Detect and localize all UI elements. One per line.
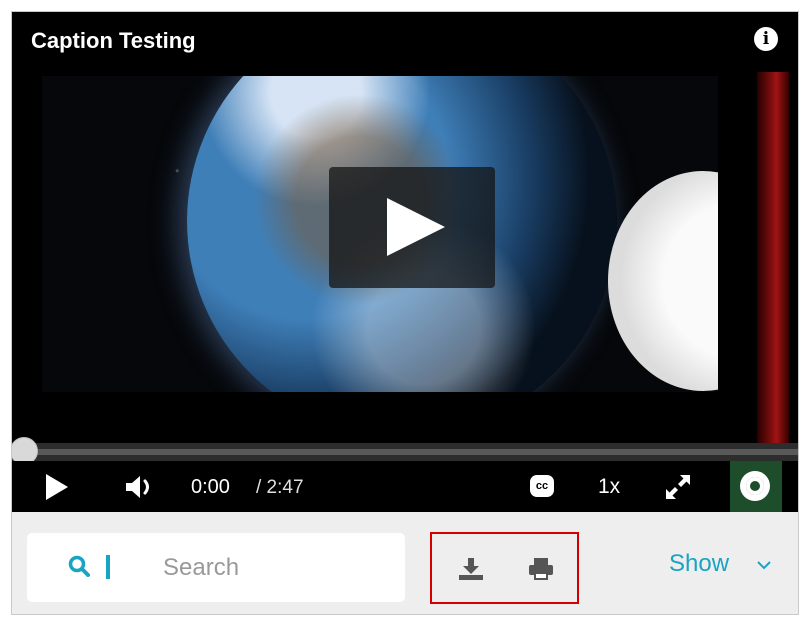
video-player[interactable]: Caption Testing i 0:00 / 2:47 cc 1x [12,12,798,512]
video-edge-glow [757,72,789,452]
play-icon [387,198,445,256]
search-cursor [106,555,110,579]
video-player-frame: Caption Testing i 0:00 / 2:47 cc 1x Sear… [11,11,799,615]
fullscreen-icon[interactable] [663,472,693,502]
moon-image [608,171,718,391]
control-bar: 0:00 / 2:47 cc 1x [12,461,798,512]
play-button[interactable] [46,474,68,500]
download-icon[interactable] [458,557,484,581]
duration: / 2:47 [256,477,304,498]
show-transcript-button[interactable]: Show [669,550,729,578]
info-icon[interactable]: i [754,27,778,51]
closed-captions-button[interactable]: cc [530,475,554,497]
volume-icon[interactable] [124,474,158,500]
print-icon[interactable] [528,557,554,581]
chevron-down-icon[interactable] [757,558,771,572]
current-time: 0:00 [191,476,230,498]
search-icon [68,555,90,577]
playback-speed-button[interactable]: 1x [598,475,620,499]
ram-logo [730,461,782,512]
download-print-group [430,532,579,604]
video-title: Caption Testing [31,28,196,53]
ram-logo-icon [740,471,770,501]
progress-bar[interactable] [12,437,798,465]
big-play-button[interactable] [329,167,495,288]
search-input[interactable] [163,551,393,585]
progress-track [12,449,798,455]
search-box[interactable] [27,533,405,602]
transcript-toolbar: Show [12,512,798,614]
